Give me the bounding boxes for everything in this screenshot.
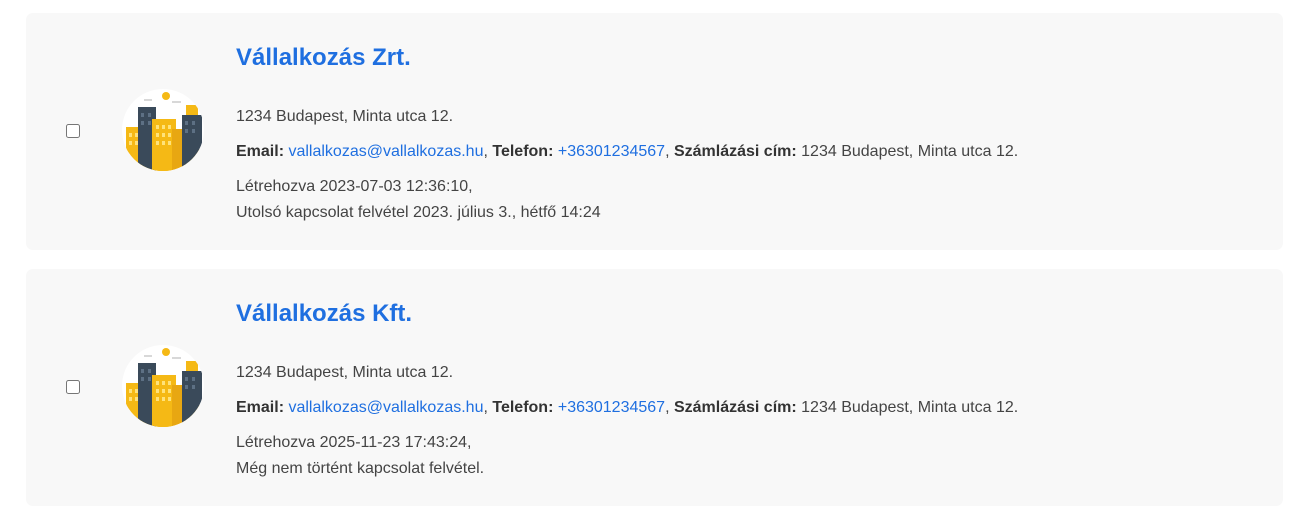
company-address: 1234 Budapest, Minta utca 12. bbox=[236, 364, 454, 381]
company-select-checkbox[interactable] bbox=[66, 124, 80, 138]
email-label: Email: bbox=[236, 399, 285, 416]
created-timestamp: Létrehozva 2023-07-03 12:36:10, bbox=[236, 178, 473, 195]
company-contact-line: Email: vallalkozas@vallalkozas.hu, Telef… bbox=[236, 399, 1019, 416]
company-card: Vállalkozás Kft. 1234 Budapest, Minta ut… bbox=[26, 269, 1283, 506]
phone-label: Telefon: bbox=[492, 143, 554, 160]
city-buildings-icon bbox=[122, 89, 204, 171]
company-contact-line: Email: vallalkozas@vallalkozas.hu, Telef… bbox=[236, 143, 1019, 160]
company-select-checkbox[interactable] bbox=[66, 380, 80, 394]
created-timestamp: Létrehozva 2025-11-23 17:43:24, bbox=[236, 434, 472, 451]
email-link[interactable]: vallalkozas@vallalkozas.hu bbox=[288, 143, 483, 160]
phone-label: Telefon: bbox=[492, 399, 554, 416]
phone-link[interactable]: +36301234567 bbox=[558, 399, 665, 416]
email-link[interactable]: vallalkozas@vallalkozas.hu bbox=[288, 399, 483, 416]
company-card: Vállalkozás Zrt. 1234 Budapest, Minta ut… bbox=[26, 13, 1283, 250]
last-contact-status: Még nem történt kapcsolat felvétel. bbox=[236, 460, 485, 477]
city-buildings-icon bbox=[122, 345, 204, 427]
phone-link[interactable]: +36301234567 bbox=[558, 143, 665, 160]
billing-address-value: 1234 Budapest, Minta utca 12. bbox=[801, 399, 1019, 416]
billing-address-label: Számlázási cím: bbox=[673, 399, 797, 416]
last-contact-status: Utolsó kapcsolat felvétel 2023. július 3… bbox=[236, 204, 601, 221]
company-address: 1234 Budapest, Minta utca 12. bbox=[236, 108, 454, 125]
company-name-link[interactable]: Vállalkozás Kft. bbox=[236, 300, 412, 328]
company-name-link[interactable]: Vállalkozás Zrt. bbox=[236, 44, 411, 72]
company-list: Vállalkozás Zrt. 1234 Budapest, Minta ut… bbox=[0, 0, 1315, 522]
billing-address-label: Számlázási cím: bbox=[673, 143, 797, 160]
billing-address-value: 1234 Budapest, Minta utca 12. bbox=[801, 143, 1019, 160]
email-label: Email: bbox=[236, 143, 285, 160]
